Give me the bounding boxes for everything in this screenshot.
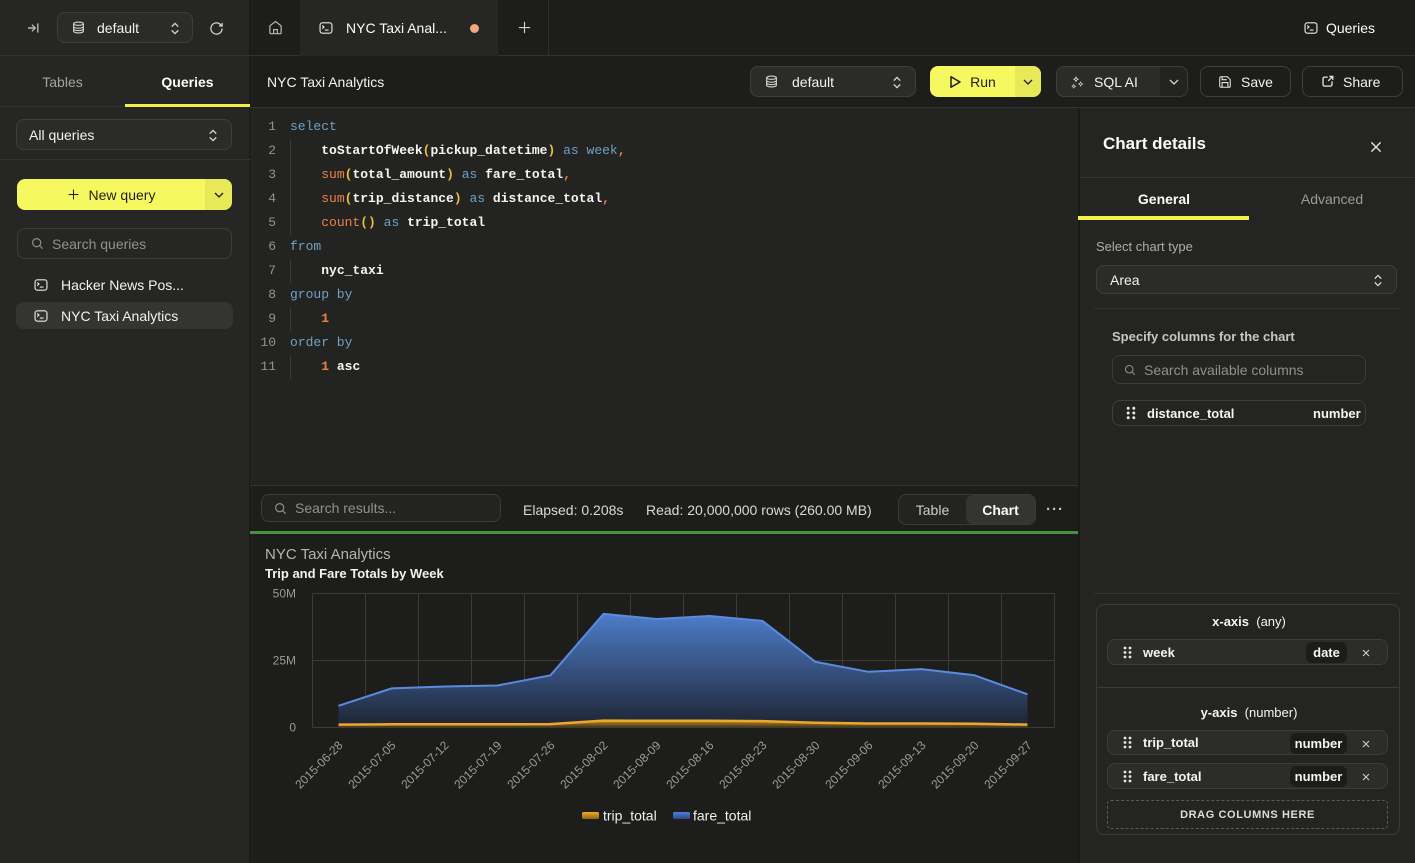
svg-text:2015-06-28: 2015-06-28 <box>292 738 346 792</box>
svg-text:2015-07-05: 2015-07-05 <box>345 738 399 792</box>
svg-text:2015-08-02: 2015-08-02 <box>557 738 611 792</box>
svg-text:50M: 50M <box>273 587 296 601</box>
svg-text:0: 0 <box>289 721 296 735</box>
svg-text:NYC Taxi Analytics: NYC Taxi Analytics <box>265 546 391 563</box>
svg-text:2015-09-20: 2015-09-20 <box>928 738 982 792</box>
svg-text:2015-07-19: 2015-07-19 <box>451 738 505 792</box>
svg-text:2015-09-27: 2015-09-27 <box>981 738 1035 792</box>
svg-text:Trip and Fare Totals by Week: Trip and Fare Totals by Week <box>265 566 444 581</box>
svg-text:2015-08-09: 2015-08-09 <box>610 738 664 792</box>
svg-text:2015-08-23: 2015-08-23 <box>716 738 770 792</box>
svg-text:2015-07-12: 2015-07-12 <box>398 738 452 792</box>
svg-text:2015-09-06: 2015-09-06 <box>822 738 876 792</box>
svg-text:2015-08-16: 2015-08-16 <box>663 738 717 792</box>
svg-text:25M: 25M <box>273 654 296 668</box>
svg-text:2015-07-26: 2015-07-26 <box>504 738 558 792</box>
svg-text:2015-08-30: 2015-08-30 <box>769 738 823 792</box>
svg-text:trip_total: trip_total <box>603 808 657 824</box>
svg-text:2015-09-13: 2015-09-13 <box>875 738 929 792</box>
svg-text:fare_total: fare_total <box>693 808 751 824</box>
